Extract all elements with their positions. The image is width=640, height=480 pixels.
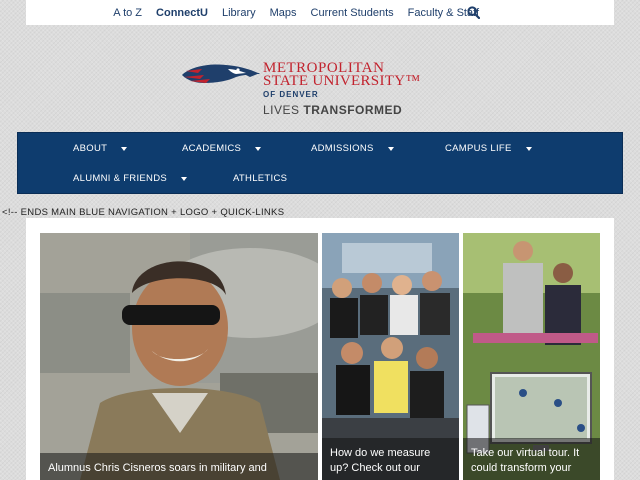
- quicklink-current-students[interactable]: Current Students: [311, 7, 394, 19]
- feature-caption: Take our virtual tour. It could transfor…: [463, 438, 600, 480]
- quicklink-connectu[interactable]: ConnectU: [156, 7, 208, 19]
- logo-line-of-denver: OF DENVER: [263, 90, 319, 99]
- nav-item-athletics[interactable]: ATHLETICS: [233, 173, 287, 184]
- pilot-photo: [40, 233, 318, 480]
- nav-item-academics[interactable]: ACADEMICS: [182, 143, 262, 154]
- chevron-down-icon: [387, 146, 394, 151]
- feature-caption: How do we measure up? Check out our: [322, 438, 459, 480]
- feature-caption: Alumnus Chris Cisneros soars in military…: [40, 453, 318, 480]
- nav-item-alumni-friends[interactable]: ALUMNI & FRIENDS: [73, 173, 188, 184]
- quicklink-library[interactable]: Library: [222, 7, 256, 19]
- main-navigation: ABOUT ACADEMICS ADMISSIONS CAMPUS LIFE A…: [17, 132, 623, 194]
- feature-card-rankings[interactable]: How do we measure up? Check out our: [322, 233, 459, 480]
- nav-item-admissions[interactable]: ADMISSIONS: [311, 143, 394, 154]
- quicklink-a-to-z[interactable]: A to Z: [113, 7, 142, 19]
- chevron-down-icon: [255, 146, 262, 151]
- nav-item-campus-life[interactable]: CAMPUS LIFE: [445, 143, 532, 154]
- feature-card-alumnus[interactable]: Alumnus Chris Cisneros soars in military…: [40, 233, 318, 480]
- quicklink-maps[interactable]: Maps: [270, 7, 297, 19]
- quick-links-bar: A to Z ConnectU Library Maps Current Stu…: [26, 0, 614, 25]
- feature-card-virtual-tour[interactable]: Take our virtual tour. It could transfor…: [463, 233, 600, 480]
- html-comment-text: <!-- ENDS MAIN BLUE NAVIGATION + LOGO + …: [2, 207, 285, 218]
- chevron-down-icon: [181, 176, 188, 181]
- roadrunner-logo-icon: [182, 64, 260, 83]
- chevron-down-icon: [525, 146, 532, 151]
- university-logo[interactable]: METROPOLITAN STATE UNIVERSITY™ OF DENVER…: [180, 55, 420, 120]
- logo-tagline: LIVES TRANSFORMED: [263, 103, 403, 117]
- logo-line-state-university: STATE UNIVERSITY™: [263, 73, 421, 89]
- nav-item-about[interactable]: ABOUT: [73, 143, 128, 154]
- chevron-down-icon: [121, 146, 128, 151]
- search-icon[interactable]: [467, 6, 480, 19]
